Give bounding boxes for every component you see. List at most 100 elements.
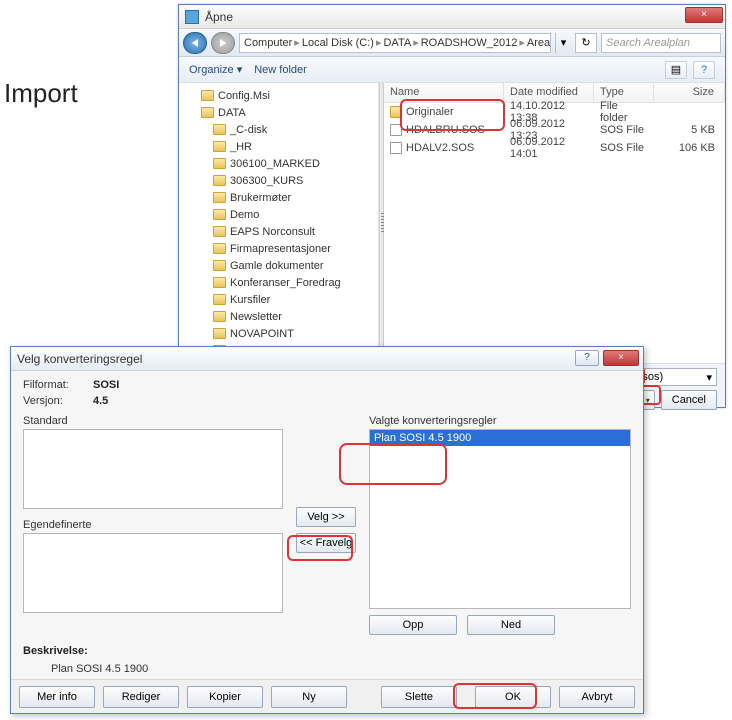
standard-listbox[interactable] — [23, 429, 283, 509]
folder-icon — [213, 209, 226, 220]
merinfo-button[interactable]: Mer info — [19, 686, 95, 708]
chevron-right-icon: ▸ — [376, 36, 382, 49]
tree-item[interactable]: Config.Msi — [179, 87, 378, 104]
folder-icon — [213, 328, 226, 339]
close-button[interactable]: × — [603, 350, 639, 366]
tree-item-label: EAPS Norconsult — [230, 226, 315, 238]
new-folder-button[interactable]: New folder — [254, 64, 307, 76]
cancel-button[interactable]: Cancel — [661, 390, 717, 410]
folder-icon — [213, 192, 226, 203]
folder-icon — [213, 294, 226, 305]
search-input[interactable]: Search Arealplan — [601, 33, 721, 53]
kopier-button[interactable]: Kopier — [187, 686, 263, 708]
nav-forward-button[interactable] — [211, 32, 235, 54]
valgte-label: Valgte konverteringsregler — [369, 415, 631, 427]
breadcrumb-item[interactable]: Local Disk (C:) — [302, 37, 374, 49]
tree-item-label: Brukermøter — [230, 192, 291, 204]
app-icon — [185, 10, 199, 24]
versjon-label: Versjon: — [23, 395, 83, 407]
slette-button[interactable]: Slette — [381, 686, 457, 708]
tree-item-label: Firmapresentasjoner — [230, 243, 331, 255]
filformat-value: SOSI — [93, 379, 119, 391]
tree-item[interactable]: 306300_KURS — [179, 172, 378, 189]
nav-back-button[interactable] — [183, 32, 207, 54]
konv-titlebar: Velg konverteringsregel ? × — [11, 347, 643, 371]
tree-item[interactable]: Brukermøter — [179, 189, 378, 206]
tree-item-label: Gamle dokumenter — [230, 260, 324, 272]
opp-button[interactable]: Opp — [369, 615, 457, 635]
tree-item[interactable]: 306100_MARKED — [179, 155, 378, 172]
tree-item[interactable]: Demo — [179, 206, 378, 223]
breadcrumb-item[interactable]: ROADSHOW_2012 — [421, 37, 518, 49]
view-options-button[interactable]: ▤ — [665, 61, 687, 79]
help-button[interactable]: ? — [575, 350, 599, 366]
egendef-label: Egendefinerte — [23, 519, 283, 531]
organize-menu[interactable]: Organize ▾ — [189, 63, 242, 76]
folder-icon — [213, 175, 226, 186]
konv-title: Velg konverteringsregel — [17, 352, 142, 366]
chevron-right-icon: ▸ — [519, 36, 525, 49]
splitter[interactable] — [379, 83, 384, 363]
tree-item[interactable]: NOVAPOINT — [179, 325, 378, 342]
tree-item-label: Newsletter — [230, 311, 282, 323]
beskrivelse-text: Plan SOSI 4.5 1900 — [51, 663, 631, 675]
tree-item[interactable]: Gamle dokumenter — [179, 257, 378, 274]
folder-icon — [213, 226, 226, 237]
conversion-rule-dialog: Velg konverteringsregel ? × Filformat: S… — [10, 346, 644, 714]
help-icon[interactable]: ? — [693, 61, 715, 79]
tree-item[interactable]: _HR — [179, 138, 378, 155]
chevron-right-icon: ▸ — [413, 36, 419, 49]
refresh-button[interactable]: ↻ — [575, 33, 597, 53]
file-size: 106 KB — [654, 142, 725, 154]
beskrivelse-label: Beskrivelse: — [23, 645, 631, 657]
highlight-selected-files — [400, 99, 505, 131]
tree-item[interactable]: Kursfiler — [179, 291, 378, 308]
breadcrumb-dropdown[interactable]: ▾ — [555, 33, 571, 53]
ned-button[interactable]: Ned — [467, 615, 555, 635]
tree-item[interactable]: _C-disk — [179, 121, 378, 138]
folder-tree[interactable]: Config.Msi DATA_C-disk _HR 306100_MARKED 306… — [179, 83, 379, 363]
folder-icon — [213, 311, 226, 322]
nav-bar: Computer▸ Local Disk (C:)▸ DATA▸ ROADSHO… — [179, 29, 725, 57]
versjon-value: 4.5 — [93, 395, 108, 407]
folder-icon — [213, 277, 226, 288]
avbryt-button[interactable]: Avbryt — [559, 686, 635, 708]
file-row[interactable]: HDALV2.SOS06.09.2012 14:01SOS File106 KB — [384, 139, 725, 157]
highlight-ok — [453, 683, 537, 709]
close-button[interactable]: × — [685, 7, 723, 23]
tree-item[interactable]: EAPS Norconsult — [179, 223, 378, 240]
tree-item[interactable]: DATA — [179, 104, 378, 121]
file-type: SOS File — [594, 124, 654, 136]
open-dialog-titlebar: Åpne × — [179, 5, 725, 29]
open-dialog-toolbar: Organize ▾ New folder ▤ ? — [179, 57, 725, 83]
tree-item-label: Kursfiler — [230, 294, 270, 306]
folder-icon — [201, 90, 214, 101]
egendef-listbox[interactable] — [23, 533, 283, 613]
folder-icon — [213, 141, 226, 152]
tree-item[interactable]: Konferanser_Foredrag — [179, 274, 378, 291]
file-size: 5 KB — [654, 124, 725, 136]
velg-button[interactable]: Velg >> — [296, 507, 356, 527]
tree-item-label: Config.Msi — [218, 90, 270, 102]
file-type: SOS File — [594, 142, 654, 154]
tree-item-label: 306100_MARKED — [230, 158, 320, 170]
file-icon — [390, 142, 402, 154]
tree-item[interactable]: Firmapresentasjoner — [179, 240, 378, 257]
rediger-button[interactable]: Rediger — [103, 686, 179, 708]
ny-button[interactable]: Ny — [271, 686, 347, 708]
tree-item[interactable]: Newsletter — [179, 308, 378, 325]
highlight-velg — [287, 535, 353, 561]
tree-item-label: _HR — [230, 141, 252, 153]
file-date: 06.09.2012 14:01 — [504, 136, 594, 160]
chevron-down-icon: ▾ — [706, 371, 712, 384]
chevron-right-icon: ▸ — [294, 36, 300, 49]
breadcrumb-item[interactable]: DATA — [383, 37, 411, 49]
folder-icon — [213, 124, 226, 135]
col-size[interactable]: Size — [654, 83, 725, 102]
breadcrumb-item[interactable]: Arealplan — [527, 37, 551, 49]
breadcrumb[interactable]: Computer▸ Local Disk (C:)▸ DATA▸ ROADSHO… — [239, 33, 551, 53]
tree-item-label: 306300_KURS — [230, 175, 303, 187]
folder-icon — [213, 158, 226, 169]
konv-footer: Mer info Rediger Kopier Ny Slette OK Avb… — [11, 679, 643, 713]
breadcrumb-item[interactable]: Computer — [244, 37, 292, 49]
